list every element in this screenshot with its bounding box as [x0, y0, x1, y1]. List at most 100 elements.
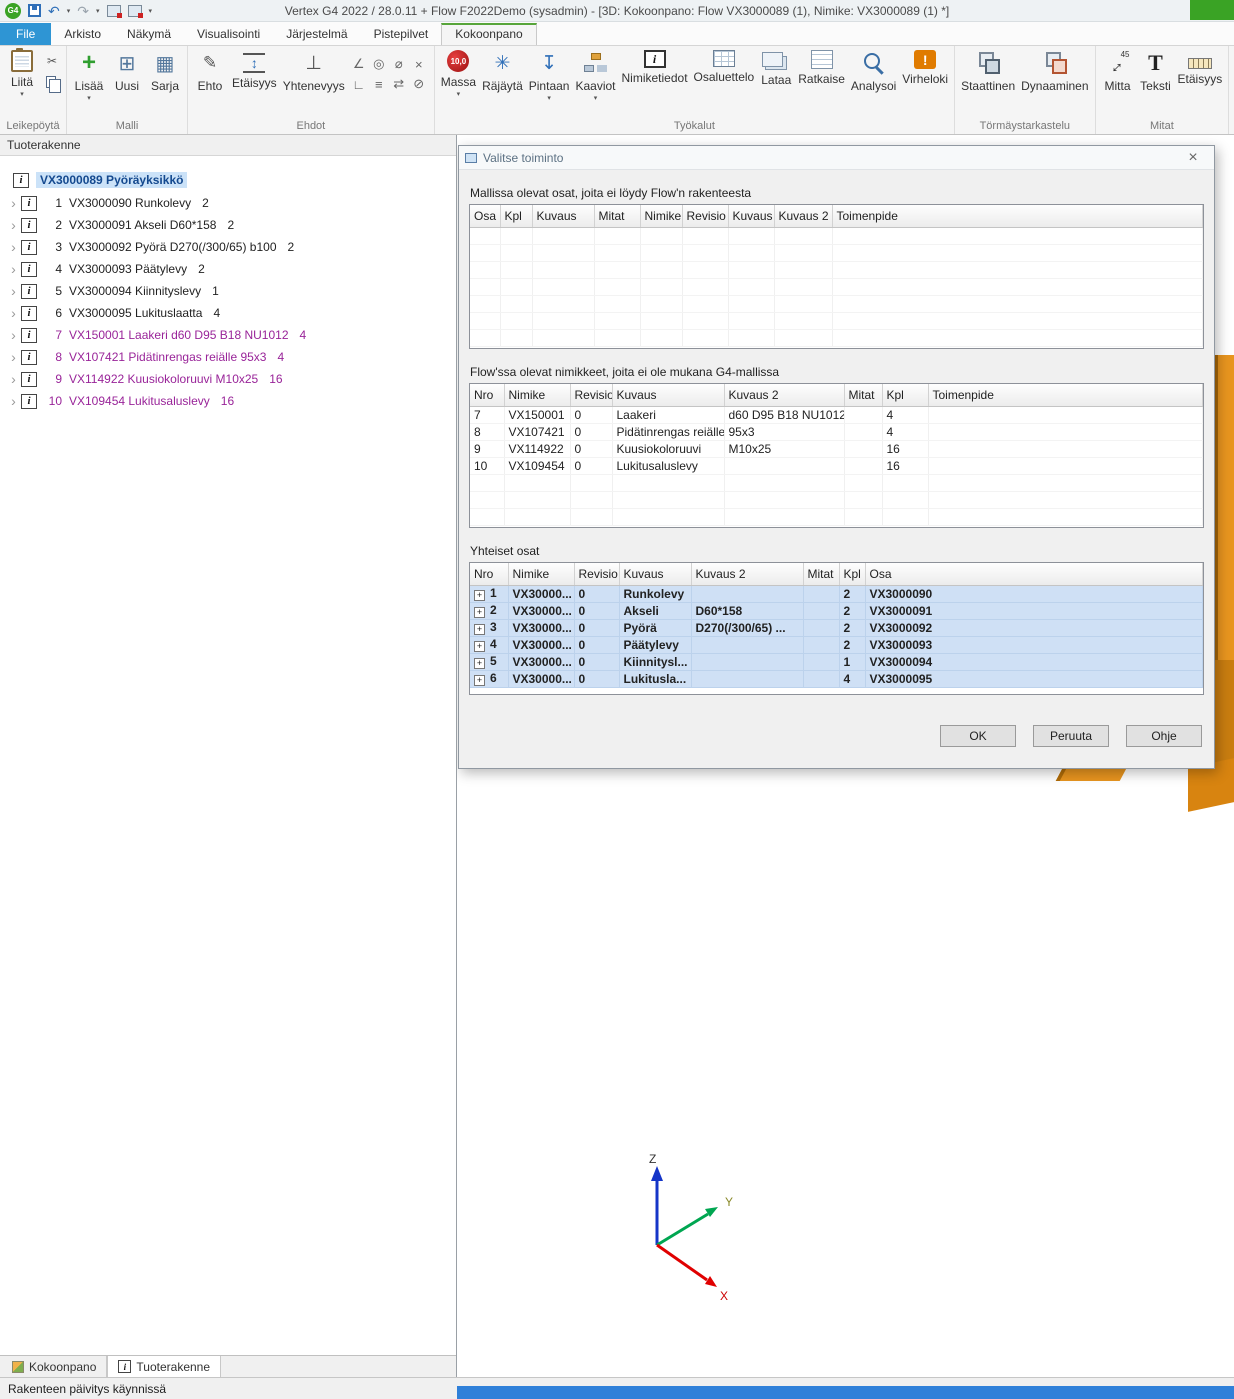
column-header[interactable]: Kuvaus — [619, 563, 691, 585]
column-header[interactable]: Mitat — [844, 384, 882, 406]
toolbar-options-icon[interactable]: ▾ — [149, 7, 153, 15]
column-header[interactable]: Nro — [470, 384, 504, 406]
tree-item[interactable]: ›10VX109454 Lukitusaluslevy16 — [0, 390, 456, 412]
ribbon-button-mitta[interactable]: Mitta — [1099, 48, 1137, 95]
panel-tab-kokoonpano[interactable]: Kokoonpano — [2, 1356, 107, 1377]
ribbon-button-teksti[interactable]: Teksti — [1137, 48, 1175, 95]
concentric-icon[interactable]: ◎ — [370, 56, 388, 72]
cut-icon[interactable]: ✂ — [43, 53, 61, 69]
chevron-right-icon[interactable]: › — [6, 372, 21, 386]
refresh-model-icon[interactable] — [128, 5, 142, 17]
ribbon-button-pintaan[interactable]: Pintaan▾ — [526, 48, 573, 104]
column-header[interactable]: Nro — [470, 563, 508, 585]
angle-icon[interactable]: ∠ — [350, 56, 368, 72]
ribbon-tab-pistepilvet[interactable]: Pistepilvet — [361, 23, 442, 45]
diameter-icon[interactable]: ⌀ — [390, 56, 408, 72]
table-row[interactable]: 10VX1094540Lukitusaluslevy16 — [470, 457, 1203, 474]
tree-root-item[interactable]: VX3000089 Pyöräyksikkö — [0, 169, 456, 191]
ribbon-button-lataa[interactable]: Lataa — [757, 48, 795, 89]
column-header[interactable]: Kuvaus 2 — [724, 384, 844, 406]
column-header[interactable]: Revisio — [682, 205, 728, 227]
tree-item[interactable]: ›3VX3000092 Pyörä D270(/300/65) b1002 — [0, 236, 456, 258]
expand-icon[interactable]: + — [474, 658, 485, 669]
ribbon-tab-visualisointi[interactable]: Visualisointi — [184, 23, 273, 45]
column-header[interactable]: Osa — [865, 563, 1203, 585]
column-header[interactable]: Mitat — [594, 205, 640, 227]
ok-button[interactable]: OK — [940, 725, 1016, 747]
ribbon-tab-kokoonpano[interactable]: Kokoonpano — [441, 23, 536, 45]
close-icon[interactable]: × — [1178, 148, 1208, 168]
ribbon-button-staattinen[interactable]: Staattinen — [958, 48, 1018, 95]
expand-icon[interactable]: + — [474, 590, 485, 601]
expand-icon[interactable]: + — [474, 607, 485, 618]
dialog-titlebar[interactable]: Valitse toiminto × — [459, 146, 1214, 170]
chevron-right-icon[interactable]: › — [6, 306, 21, 320]
tree-item[interactable]: ›1VX3000090 Runkolevy2 — [0, 192, 456, 214]
ribbon-button-kaaviot[interactable]: Kaaviot▾ — [572, 48, 618, 104]
ribbon-tab-file[interactable]: File — [0, 23, 51, 45]
table-row[interactable]: +2VX30000...0AkseliD60*1582VX3000091 — [470, 602, 1203, 619]
tree-item[interactable]: ›9VX114922 Kuusiokoloruuvi M10x2516 — [0, 368, 456, 390]
column-header[interactable]: Kuvaus — [728, 205, 774, 227]
column-header[interactable]: Kuvaus — [612, 384, 724, 406]
tree-item[interactable]: ›7VX150001 Laakeri d60 D95 B18 NU10124 — [0, 324, 456, 346]
column-header[interactable]: Toimenpide — [928, 384, 1203, 406]
column-header[interactable]: Osa — [470, 205, 500, 227]
expand-icon[interactable]: + — [474, 675, 485, 686]
column-header[interactable]: Nimike — [640, 205, 682, 227]
chevron-right-icon[interactable]: › — [6, 350, 21, 364]
column-header[interactable]: Mitat — [803, 563, 839, 585]
chevron-right-icon[interactable]: › — [6, 196, 21, 210]
ribbon-button-analysoi[interactable]: Analysoi — [848, 48, 899, 95]
chevron-right-icon[interactable]: › — [6, 328, 21, 342]
table-row[interactable]: +4VX30000...0Päätylevy2VX3000093 — [470, 636, 1203, 653]
tree-item[interactable]: ›5VX3000094 Kiinnityslevy1 — [0, 280, 456, 302]
save-icon[interactable] — [28, 4, 41, 17]
panel-tab-tuoterakenne[interactable]: Tuoterakenne — [107, 1356, 221, 1377]
swap-icon[interactable]: ⇄ — [390, 76, 408, 92]
ribbon-button-ratkaise[interactable]: Ratkaise — [795, 48, 848, 88]
column-header[interactable]: Revisio — [570, 384, 612, 406]
ribbon-button-yhtenevyys[interactable]: Yhtenevyys — [280, 48, 348, 95]
table-row[interactable]: 8VX1074210Pidätinrengas reiälle95x34 — [470, 423, 1203, 440]
peruuta-button[interactable]: Peruuta — [1033, 725, 1109, 747]
column-header[interactable]: Nimike — [508, 563, 574, 585]
table-row[interactable]: +5VX30000...0Kiinnitysl...1VX3000094 — [470, 653, 1203, 670]
chevron-right-icon[interactable]: › — [6, 262, 21, 276]
column-header[interactable]: Toimenpide — [832, 205, 1203, 227]
redo-dropdown-icon[interactable]: ▾ — [96, 7, 100, 15]
update-model-icon[interactable] — [107, 5, 121, 17]
ribbon-button-uusi[interactable]: Uusi — [108, 48, 146, 95]
expand-icon[interactable]: + — [474, 624, 485, 635]
table-row[interactable]: +1VX30000...0Runkolevy2VX3000090 — [470, 585, 1203, 602]
chevron-right-icon[interactable]: › — [6, 218, 21, 232]
tree-item[interactable]: ›4VX3000093 Päätylevy2 — [0, 258, 456, 280]
slash-icon[interactable]: ⊘ — [410, 76, 428, 92]
g4-logo-icon[interactable]: G4 — [5, 3, 21, 19]
tree-item[interactable]: ›6VX3000095 Lukituslaatta4 — [0, 302, 456, 324]
table-row[interactable]: 7VX1500010Laakerid60 D95 B18 NU10124 — [470, 406, 1203, 423]
ribbon-button-et-isyys[interactable]: Etäisyys — [1175, 48, 1226, 88]
expand-icon[interactable]: + — [474, 641, 485, 652]
undo-dropdown-icon[interactable]: ▾ — [67, 7, 71, 15]
model-part[interactable] — [1214, 660, 1234, 768]
ribbon-tab-j-rjestelm[interactable]: Järjestelmä — [273, 23, 360, 45]
column-header[interactable]: Kuvaus 2 — [774, 205, 832, 227]
column-header[interactable]: Kpl — [882, 384, 928, 406]
ribbon-button-et-isyys[interactable]: Etäisyys — [229, 48, 280, 92]
ribbon-button-liit[interactable]: Liitä▾ — [3, 48, 41, 100]
column-header[interactable]: Kpl — [839, 563, 865, 585]
equal-icon[interactable]: ≡ — [370, 76, 388, 92]
corner-icon[interactable]: ∟ — [350, 76, 368, 92]
model-part[interactable] — [1214, 355, 1234, 660]
column-header[interactable]: Nimike — [504, 384, 570, 406]
table-row[interactable]: +3VX30000...0PyöräD270(/300/65) ...2VX30… — [470, 619, 1203, 636]
ribbon-button-massa[interactable]: 10,0Massa▾ — [438, 48, 479, 100]
ribbon-button-sarja[interactable]: Sarja — [146, 48, 184, 95]
tree-item[interactable]: ›8VX107421 Pidätinrengas reiälle 95x34 — [0, 346, 456, 368]
tree-item[interactable]: ›2VX3000091 Akseli D60*1582 — [0, 214, 456, 236]
column-header[interactable]: Kpl — [500, 205, 532, 227]
ohje-button[interactable]: Ohje — [1126, 725, 1202, 747]
ribbon-button-virheloki[interactable]: Virheloki — [899, 48, 951, 88]
ribbon-button-osaluettelo[interactable]: Osaluettelo — [691, 48, 758, 86]
